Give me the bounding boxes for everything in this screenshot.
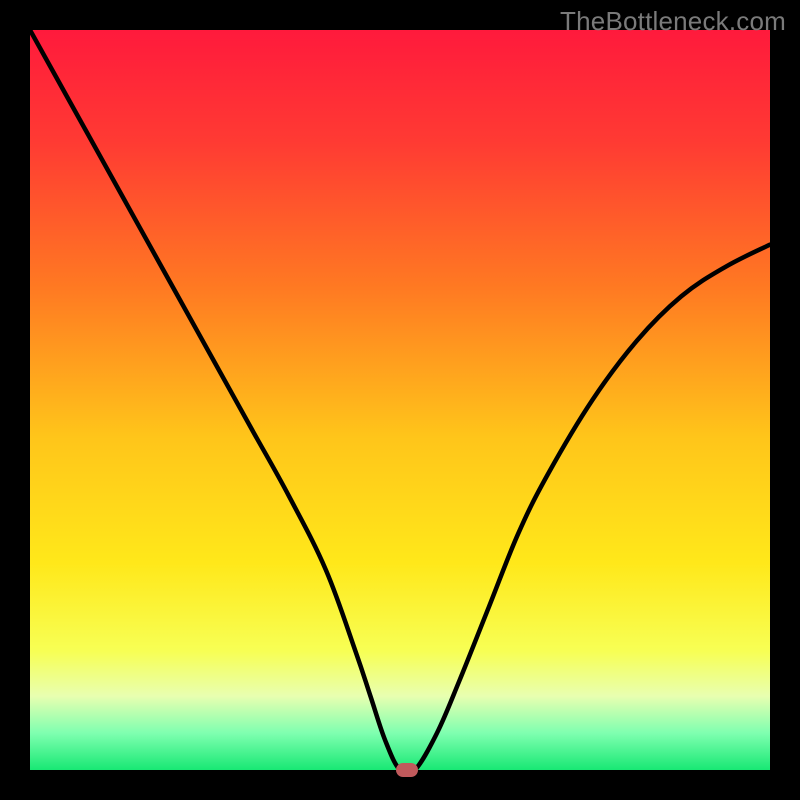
trough-marker — [396, 763, 418, 777]
chart-frame: TheBottleneck.com — [0, 0, 800, 800]
plot-area — [30, 30, 770, 770]
bottleneck-curve — [30, 30, 770, 770]
curve-layer — [30, 30, 770, 770]
